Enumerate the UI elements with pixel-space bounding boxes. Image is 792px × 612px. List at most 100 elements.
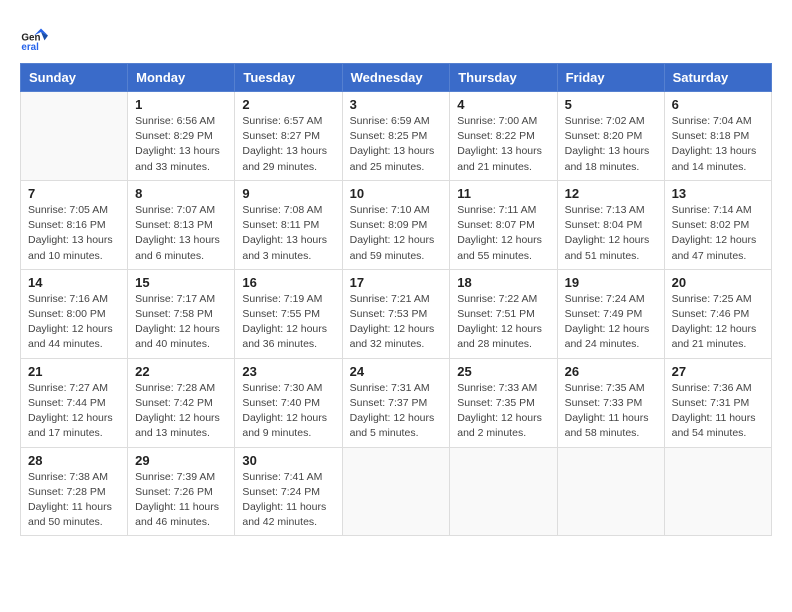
day-info: Sunrise: 7:41 AM Sunset: 7:24 PM Dayligh… (242, 470, 334, 531)
day-cell: 11 Sunrise: 7:11 AM Sunset: 8:07 PM Dayli… (450, 180, 557, 269)
day-info: Sunrise: 7:08 AM Sunset: 8:11 PM Dayligh… (242, 203, 334, 264)
week-row-1: 1 Sunrise: 6:56 AM Sunset: 8:29 PM Daylig… (21, 92, 772, 181)
day-cell: 8 Sunrise: 7:07 AM Sunset: 8:13 PM Daylig… (128, 180, 235, 269)
day-cell: 16 Sunrise: 7:19 AM Sunset: 7:55 PM Dayli… (235, 269, 342, 358)
week-row-5: 28 Sunrise: 7:38 AM Sunset: 7:28 PM Dayli… (21, 447, 772, 536)
day-info: Sunrise: 7:11 AM Sunset: 8:07 PM Dayligh… (457, 203, 549, 264)
day-number: 3 (350, 97, 443, 112)
day-cell: 21 Sunrise: 7:27 AM Sunset: 7:44 PM Dayli… (21, 358, 128, 447)
day-info: Sunrise: 7:36 AM Sunset: 7:31 PM Dayligh… (672, 381, 764, 442)
day-cell: 26 Sunrise: 7:35 AM Sunset: 7:33 PM Dayli… (557, 358, 664, 447)
weekday-header-monday: Monday (128, 64, 235, 92)
day-number: 24 (350, 364, 443, 379)
day-info: Sunrise: 7:02 AM Sunset: 8:20 PM Dayligh… (565, 114, 657, 175)
day-info: Sunrise: 7:14 AM Sunset: 8:02 PM Dayligh… (672, 203, 764, 264)
day-cell (557, 447, 664, 536)
day-number: 29 (135, 453, 227, 468)
weekday-header-saturday: Saturday (664, 64, 771, 92)
day-cell: 20Sunrise: 7:25 AM Sunset: 7:46 PM Dayli… (664, 269, 771, 358)
day-number: 12 (565, 186, 657, 201)
day-number: 13 (672, 186, 764, 201)
day-info: Sunrise: 7:13 AM Sunset: 8:04 PM Dayligh… (565, 203, 657, 264)
day-number: 6 (672, 97, 764, 112)
day-cell: 12 Sunrise: 7:13 AM Sunset: 8:04 PM Dayli… (557, 180, 664, 269)
day-number: 11 (457, 186, 549, 201)
day-number: 7 (28, 186, 120, 201)
day-number: 26 (565, 364, 657, 379)
day-number: 10 (350, 186, 443, 201)
day-number: 5 (565, 97, 657, 112)
day-cell: 6Sunrise: 7:04 AM Sunset: 8:18 PM Daylig… (664, 92, 771, 181)
day-number: 23 (242, 364, 334, 379)
day-cell (664, 447, 771, 536)
day-cell: 27Sunrise: 7:36 AM Sunset: 7:31 PM Dayli… (664, 358, 771, 447)
logo: Gen eral (20, 25, 52, 53)
day-number: 22 (135, 364, 227, 379)
day-info: Sunrise: 6:56 AM Sunset: 8:29 PM Dayligh… (135, 114, 227, 175)
day-number: 2 (242, 97, 334, 112)
day-cell (21, 92, 128, 181)
day-info: Sunrise: 7:31 AM Sunset: 7:37 PM Dayligh… (350, 381, 443, 442)
day-number: 9 (242, 186, 334, 201)
day-info: Sunrise: 7:17 AM Sunset: 7:58 PM Dayligh… (135, 292, 227, 353)
day-info: Sunrise: 7:24 AM Sunset: 7:49 PM Dayligh… (565, 292, 657, 353)
day-number: 28 (28, 453, 120, 468)
day-number: 14 (28, 275, 120, 290)
day-info: Sunrise: 7:19 AM Sunset: 7:55 PM Dayligh… (242, 292, 334, 353)
day-info: Sunrise: 7:33 AM Sunset: 7:35 PM Dayligh… (457, 381, 549, 442)
day-cell: 23 Sunrise: 7:30 AM Sunset: 7:40 PM Dayli… (235, 358, 342, 447)
day-info: Sunrise: 7:27 AM Sunset: 7:44 PM Dayligh… (28, 381, 120, 442)
weekday-header-thursday: Thursday (450, 64, 557, 92)
day-cell: 1 Sunrise: 6:56 AM Sunset: 8:29 PM Daylig… (128, 92, 235, 181)
day-number: 1 (135, 97, 227, 112)
day-cell: 4 Sunrise: 7:00 AM Sunset: 8:22 PM Daylig… (450, 92, 557, 181)
week-row-4: 21 Sunrise: 7:27 AM Sunset: 7:44 PM Dayli… (21, 358, 772, 447)
day-info: Sunrise: 6:57 AM Sunset: 8:27 PM Dayligh… (242, 114, 334, 175)
day-cell: 19 Sunrise: 7:24 AM Sunset: 7:49 PM Dayli… (557, 269, 664, 358)
day-info: Sunrise: 6:59 AM Sunset: 8:25 PM Dayligh… (350, 114, 443, 175)
day-cell: 29Sunrise: 7:39 AM Sunset: 7:26 PM Dayli… (128, 447, 235, 536)
day-number: 4 (457, 97, 549, 112)
day-number: 19 (565, 275, 657, 290)
day-info: Sunrise: 7:05 AM Sunset: 8:16 PM Dayligh… (28, 203, 120, 264)
day-info: Sunrise: 7:28 AM Sunset: 7:42 PM Dayligh… (135, 381, 227, 442)
day-number: 15 (135, 275, 227, 290)
day-number: 30 (242, 453, 334, 468)
day-cell: 9 Sunrise: 7:08 AM Sunset: 8:11 PM Daylig… (235, 180, 342, 269)
day-info: Sunrise: 7:22 AM Sunset: 7:51 PM Dayligh… (457, 292, 549, 353)
day-cell: 22 Sunrise: 7:28 AM Sunset: 7:42 PM Dayli… (128, 358, 235, 447)
weekday-header-tuesday: Tuesday (235, 64, 342, 92)
day-info: Sunrise: 7:16 AM Sunset: 8:00 PM Dayligh… (28, 292, 120, 353)
day-cell: 3 Sunrise: 6:59 AM Sunset: 8:25 PM Daylig… (342, 92, 450, 181)
weekday-header-wednesday: Wednesday (342, 64, 450, 92)
day-cell: 13 Sunrise: 7:14 AM Sunset: 8:02 PM Dayli… (664, 180, 771, 269)
day-cell: 10 Sunrise: 7:10 AM Sunset: 8:09 PM Dayli… (342, 180, 450, 269)
day-number: 18 (457, 275, 549, 290)
day-cell: 2 Sunrise: 6:57 AM Sunset: 8:27 PM Daylig… (235, 92, 342, 181)
week-row-2: 7 Sunrise: 7:05 AM Sunset: 8:16 PM Daylig… (21, 180, 772, 269)
day-cell: 17Sunrise: 7:21 AM Sunset: 7:53 PM Dayli… (342, 269, 450, 358)
day-info: Sunrise: 7:25 AM Sunset: 7:46 PM Dayligh… (672, 292, 764, 353)
day-info: Sunrise: 7:07 AM Sunset: 8:13 PM Dayligh… (135, 203, 227, 264)
day-info: Sunrise: 7:38 AM Sunset: 7:28 PM Dayligh… (28, 470, 120, 531)
day-cell: 15 Sunrise: 7:17 AM Sunset: 7:58 PM Dayli… (128, 269, 235, 358)
day-info: Sunrise: 7:21 AM Sunset: 7:53 PM Dayligh… (350, 292, 443, 353)
day-info: Sunrise: 7:00 AM Sunset: 8:22 PM Dayligh… (457, 114, 549, 175)
day-cell: 18 Sunrise: 7:22 AM Sunset: 7:51 PM Dayli… (450, 269, 557, 358)
day-number: 8 (135, 186, 227, 201)
week-row-3: 14 Sunrise: 7:16 AM Sunset: 8:00 PM Dayli… (21, 269, 772, 358)
day-info: Sunrise: 7:30 AM Sunset: 7:40 PM Dayligh… (242, 381, 334, 442)
day-cell: 7 Sunrise: 7:05 AM Sunset: 8:16 PM Daylig… (21, 180, 128, 269)
weekday-header-row: SundayMondayTuesdayWednesdayThursdayFrid… (21, 64, 772, 92)
day-info: Sunrise: 7:35 AM Sunset: 7:33 PM Dayligh… (565, 381, 657, 442)
calendar: SundayMondayTuesdayWednesdayThursdayFrid… (20, 63, 772, 536)
day-number: 21 (28, 364, 120, 379)
day-cell: 5 Sunrise: 7:02 AM Sunset: 8:20 PM Daylig… (557, 92, 664, 181)
day-number: 16 (242, 275, 334, 290)
day-cell: 24 Sunrise: 7:31 AM Sunset: 7:37 PM Dayli… (342, 358, 450, 447)
weekday-header-friday: Friday (557, 64, 664, 92)
day-cell: 30 Sunrise: 7:41 AM Sunset: 7:24 PM Dayli… (235, 447, 342, 536)
day-info: Sunrise: 7:10 AM Sunset: 8:09 PM Dayligh… (350, 203, 443, 264)
day-cell: 14 Sunrise: 7:16 AM Sunset: 8:00 PM Dayli… (21, 269, 128, 358)
day-number: 25 (457, 364, 549, 379)
